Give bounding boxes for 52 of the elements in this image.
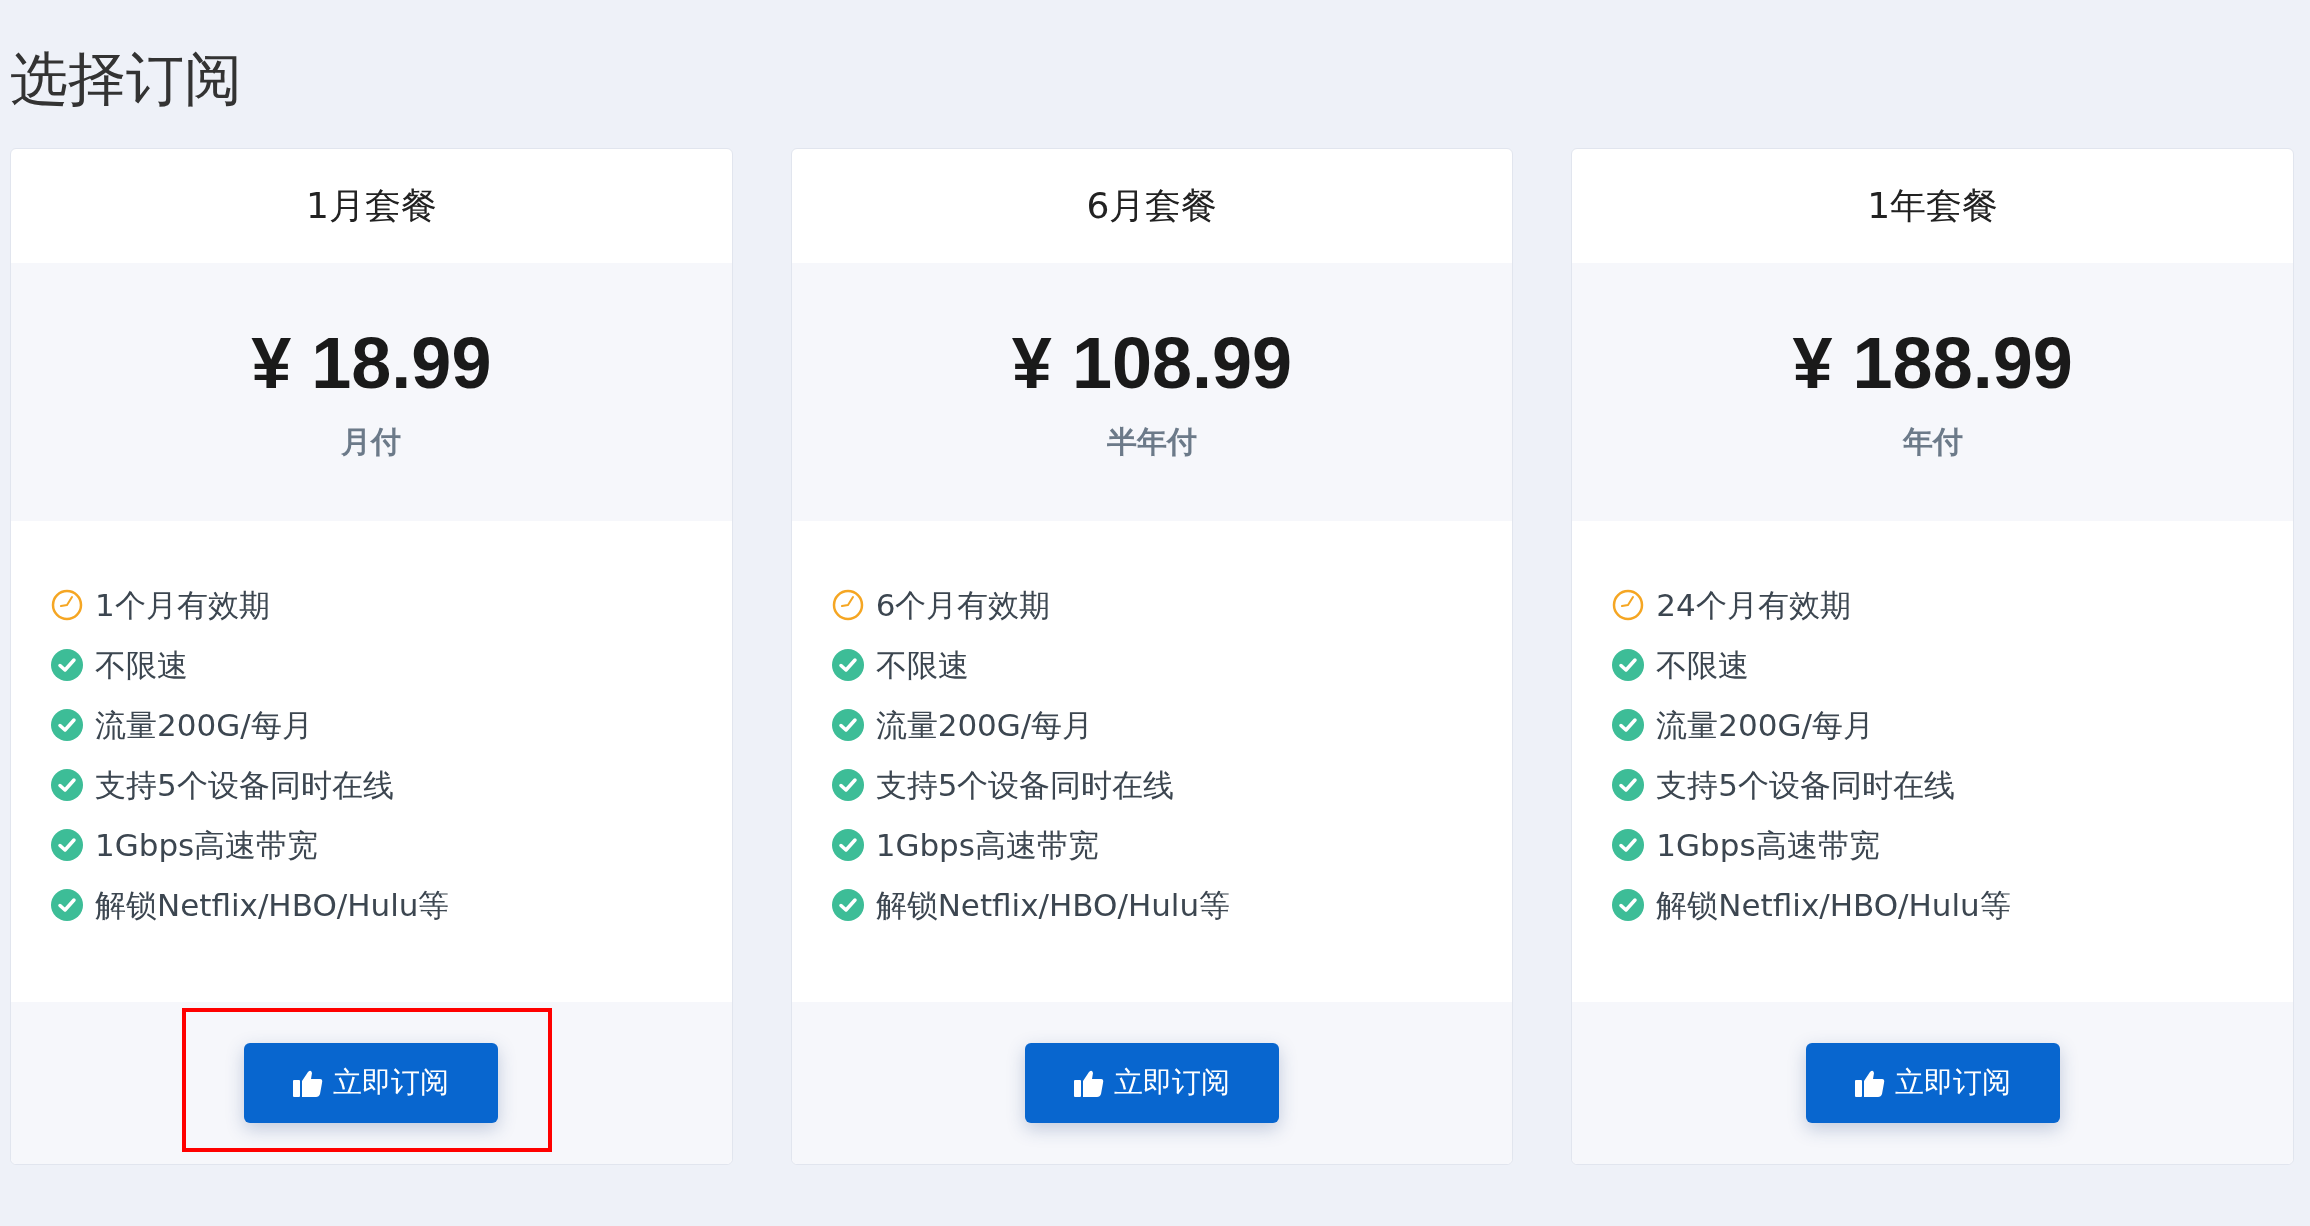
thumbs-up-icon bbox=[1074, 1069, 1104, 1097]
feature-text: 1Gbps高速带宽 bbox=[875, 826, 1099, 864]
feature-text: 流量200G/每月 bbox=[95, 706, 313, 744]
plan-title: 1月套餐 bbox=[304, 183, 438, 228]
feature-text: 解锁Netflix/HBO/Hulu等 bbox=[1656, 886, 2011, 924]
thumbs-up-icon bbox=[1854, 1069, 1885, 1097]
check-icon bbox=[831, 709, 864, 741]
check-icon bbox=[51, 889, 83, 921]
feature-text: 不限速 bbox=[1656, 646, 1750, 684]
billing-period: 半年付 bbox=[1107, 422, 1197, 461]
billing-period: 月付 bbox=[341, 422, 402, 461]
plan-price: ¥ 108.99 bbox=[1011, 321, 1293, 404]
feature-text: 1Gbps高速带宽 bbox=[95, 826, 319, 864]
feature-text: 解锁Netflix/HBO/Hulu等 bbox=[95, 886, 450, 924]
subscribe-button[interactable]: 立即订阅 bbox=[1025, 1043, 1279, 1123]
check-icon bbox=[831, 649, 864, 681]
subscribe-button[interactable]: 立即订阅 bbox=[1805, 1043, 2060, 1123]
clock-icon bbox=[1612, 589, 1645, 621]
plan-title: 6月套餐 bbox=[1085, 183, 1219, 228]
feature-text: 支持5个设备同时在线 bbox=[875, 766, 1175, 804]
feature-text: 24个月有效期 bbox=[1656, 586, 1851, 624]
plan-price: ¥ 188.99 bbox=[1792, 321, 2073, 404]
page-title: 选择订阅 bbox=[10, 44, 243, 114]
clock-icon bbox=[51, 589, 83, 621]
feature-text: 不限速 bbox=[875, 646, 969, 684]
clock-icon bbox=[831, 589, 864, 621]
check-icon bbox=[51, 829, 83, 861]
feature-text: 不限速 bbox=[95, 646, 188, 684]
feature-text: 流量200G/每月 bbox=[1656, 706, 1874, 744]
check-icon bbox=[831, 769, 864, 801]
feature-text: 支持5个设备同时在线 bbox=[1656, 766, 1956, 804]
feature-text: 6个月有效期 bbox=[875, 586, 1051, 624]
check-icon bbox=[1612, 649, 1645, 681]
check-icon bbox=[1612, 829, 1645, 861]
thumbs-up-icon bbox=[293, 1069, 324, 1097]
check-icon bbox=[831, 829, 864, 861]
feature-text: 1个月有效期 bbox=[95, 586, 270, 624]
feature-text: 支持5个设备同时在线 bbox=[95, 766, 394, 804]
plan-title: 1年套餐 bbox=[1866, 183, 2000, 228]
check-icon bbox=[1612, 709, 1645, 741]
check-icon bbox=[1612, 889, 1645, 921]
billing-period: 年付 bbox=[1902, 422, 1963, 461]
check-icon bbox=[51, 649, 83, 681]
feature-text: 流量200G/每月 bbox=[875, 706, 1094, 744]
check-icon bbox=[51, 769, 83, 801]
feature-text: 1Gbps高速带宽 bbox=[1656, 826, 1880, 864]
check-icon bbox=[831, 889, 864, 921]
check-icon bbox=[1612, 769, 1645, 801]
subscribe-button[interactable]: 立即订阅 bbox=[244, 1043, 499, 1123]
feature-text: 解锁Netflix/HBO/Hulu等 bbox=[875, 886, 1231, 924]
plan-price: ¥ 18.99 bbox=[251, 321, 492, 404]
check-icon bbox=[51, 709, 83, 741]
